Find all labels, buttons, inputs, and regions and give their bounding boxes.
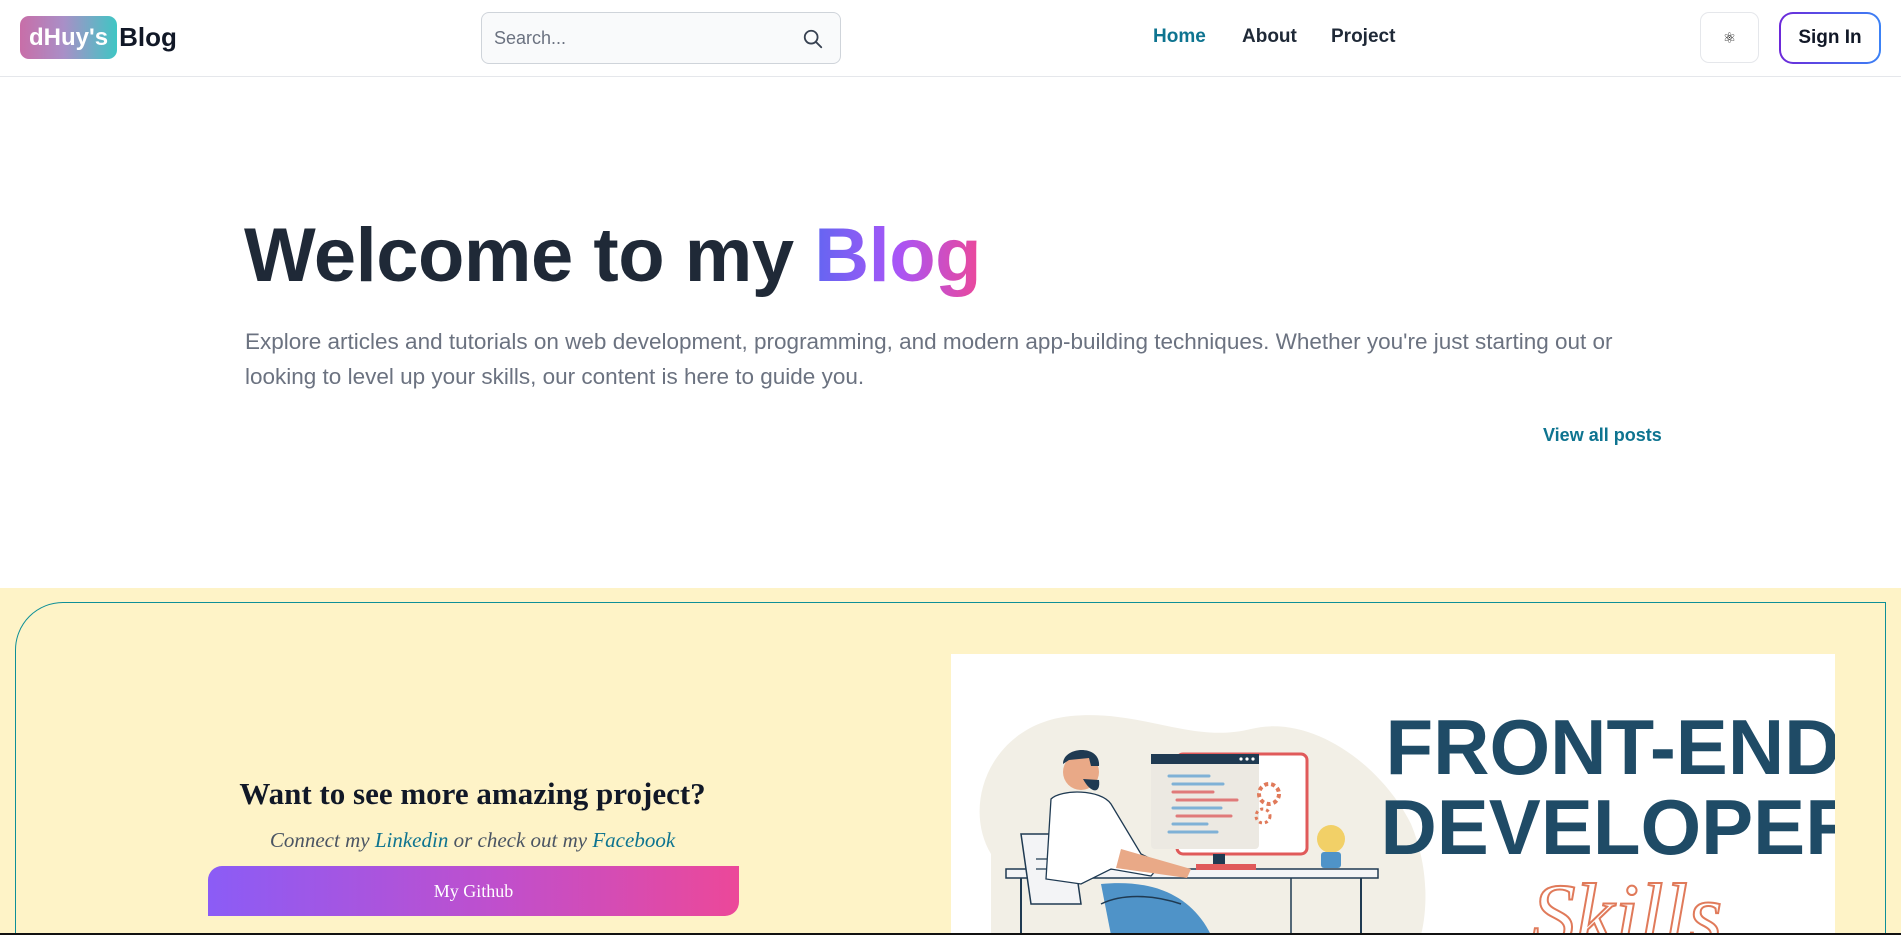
sign-in-label: Sign In	[1781, 14, 1879, 62]
facebook-link[interactable]: Facebook	[592, 828, 675, 852]
promo-subtext: Connect my Linkedin or check out my Face…	[0, 828, 945, 853]
promo-sub-prefix: Connect my	[269, 828, 375, 852]
github-button-label: My Github	[433, 880, 514, 901]
logo-badge: dHuy's	[20, 16, 118, 59]
hero-title: Welcome to my Blog	[244, 212, 982, 299]
logo-text: Blog	[119, 22, 177, 52]
view-all-posts-link[interactable]: View all posts	[1543, 425, 1662, 446]
hero-description: Explore articles and tutorials on web de…	[245, 329, 1613, 389]
hero-title-accent: Blog	[814, 213, 982, 298]
hero-title-prefix: Welcome to my	[244, 213, 815, 298]
illustration-line3: Skills	[1532, 867, 1723, 935]
atom-icon: ⚛	[1722, 29, 1737, 47]
promo-sub-middle: or check out my	[448, 828, 593, 852]
github-button[interactable]: My Github	[208, 866, 739, 916]
search-box	[481, 12, 841, 64]
illustration-line1: FRONT-END	[1386, 703, 1835, 791]
theme-toggle-button[interactable]: ⚛	[1700, 12, 1759, 63]
sign-in-button[interactable]: Sign In	[1779, 12, 1881, 64]
nav-about[interactable]: About	[1242, 26, 1297, 48]
search-input[interactable]	[494, 23, 784, 53]
nav-home[interactable]: Home	[1153, 26, 1206, 48]
promo-heading: Want to see more amazing project?	[239, 776, 706, 811]
illustration-line2: DEVELOPER	[1380, 783, 1835, 871]
site-logo[interactable]: dHuy's Blog	[20, 16, 177, 59]
site-header: dHuy's Blog Home About Project ⚛ Sign In	[0, 0, 1901, 77]
frontend-developer-illustration: FRONT-END DEVELOPER Skills	[951, 654, 1835, 935]
linkedin-link[interactable]: Linkedin	[375, 828, 449, 852]
nav-project[interactable]: Project	[1331, 26, 1395, 48]
illustration-svg: FRONT-END DEVELOPER Skills	[979, 703, 1835, 935]
search-icon[interactable]	[802, 28, 824, 50]
